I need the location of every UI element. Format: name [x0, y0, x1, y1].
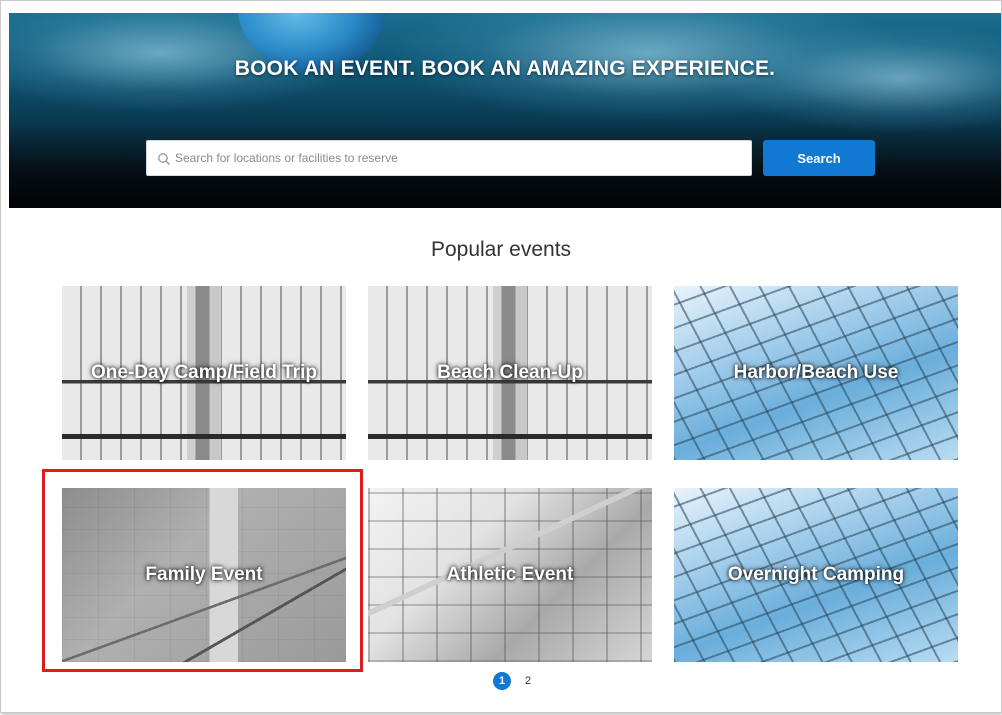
event-card-label: Beach Clean-Up [437, 362, 583, 383]
page-button-2[interactable]: 2 [519, 672, 537, 690]
hero-banner: BOOK AN EVENT. BOOK AN AMAZING EXPERIENC… [9, 13, 1001, 208]
event-card-family-event[interactable]: Family Event [62, 488, 346, 662]
event-card-beach-clean-up[interactable]: Beach Clean-Up [368, 286, 652, 460]
event-card-athletic-event[interactable]: Athletic Event [368, 488, 652, 662]
search-field[interactable] [146, 140, 752, 176]
event-card-label: One-Day Camp/Field Trip [91, 362, 317, 383]
search-icon [158, 153, 170, 165]
event-card-harbor-beach-use[interactable]: Harbor/Beach Use [674, 286, 958, 460]
browser-viewport: BOOK AN EVENT. BOOK AN AMAZING EXPERIENC… [0, 0, 1002, 713]
event-card-one-day-camp[interactable]: One-Day Camp/Field Trip [62, 286, 346, 460]
event-card-label: Harbor/Beach Use [733, 362, 899, 383]
event-card-label: Overnight Camping [727, 564, 905, 585]
page-button-1[interactable]: 1 [493, 672, 511, 690]
section-title: Popular events [430, 238, 572, 261]
event-card-overnight-camping[interactable]: Overnight Camping [674, 488, 958, 662]
event-card-label: Athletic Event [446, 564, 574, 585]
hero-title: BOOK AN EVENT. BOOK AN AMAZING EXPERIENC… [234, 57, 776, 80]
search-button[interactable]: Search [763, 140, 875, 176]
search-input[interactable] [175, 141, 735, 175]
event-card-label: Family Event [145, 564, 263, 585]
